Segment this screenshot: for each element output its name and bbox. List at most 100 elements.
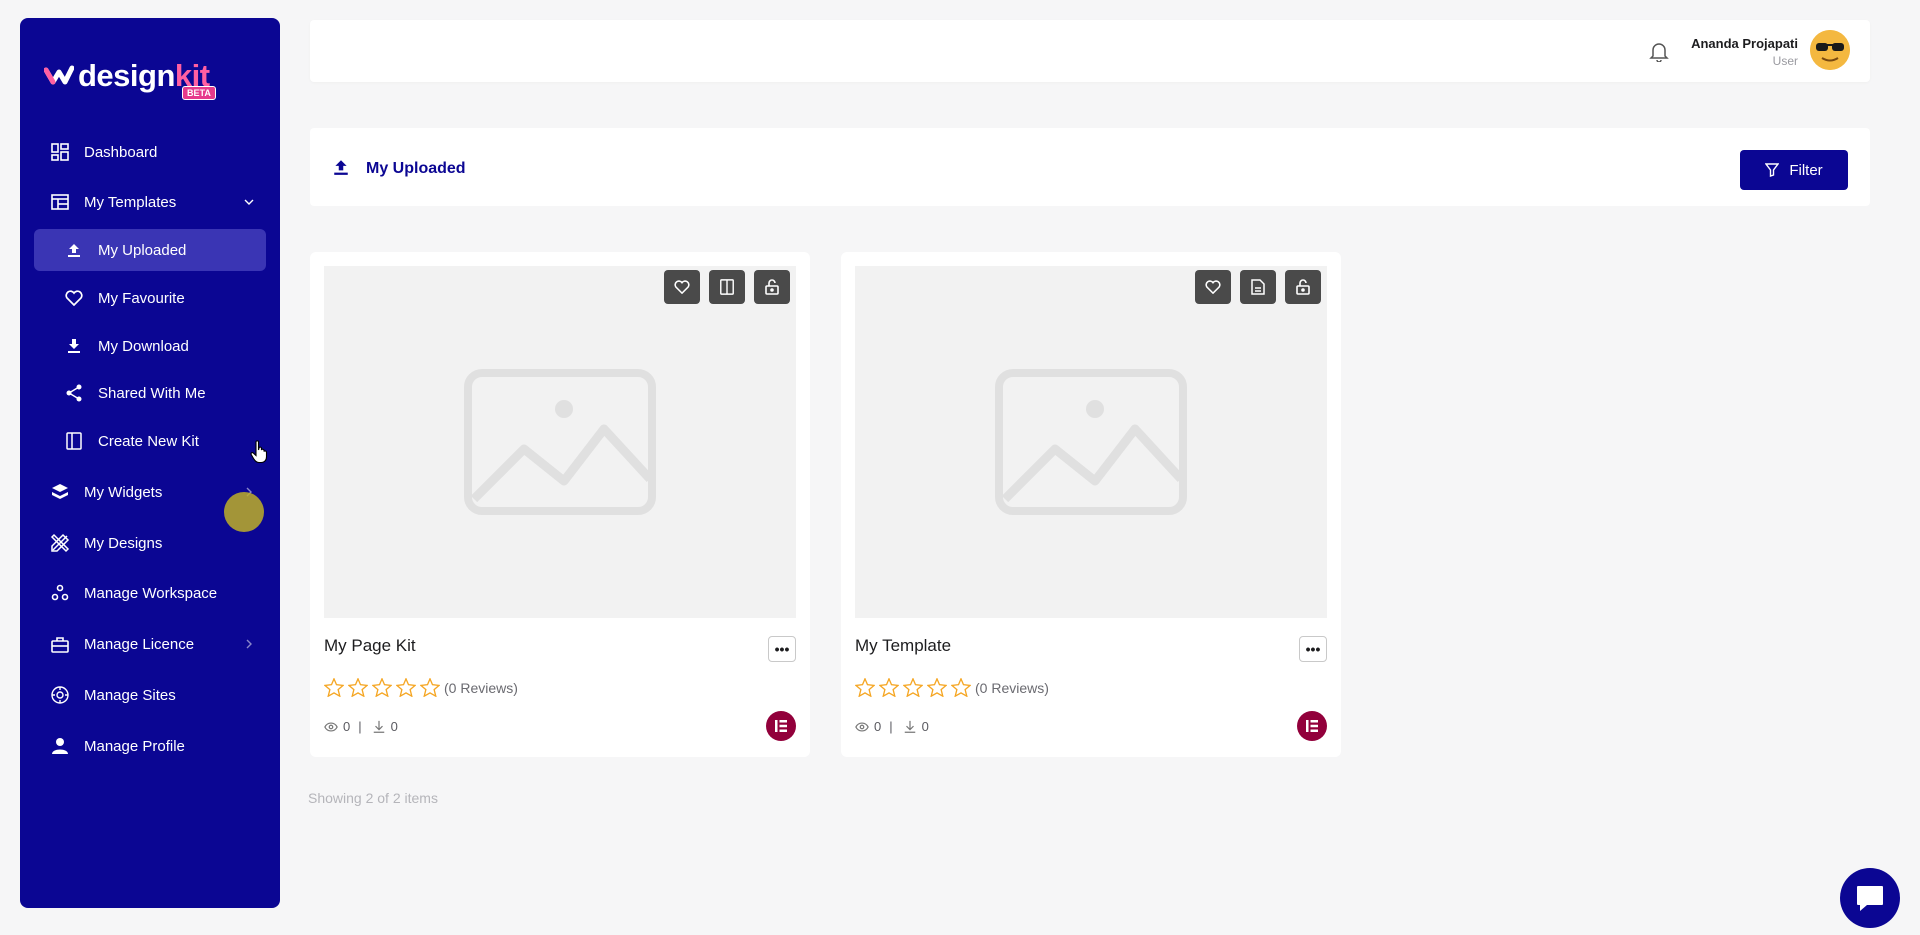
- file-icon: [1251, 279, 1265, 295]
- download-count: 0: [390, 719, 398, 734]
- user-icon: [50, 736, 70, 756]
- share-icon: [64, 383, 84, 403]
- section-bar: My Uploaded Filter: [310, 128, 1870, 206]
- template-card[interactable]: My Page Kit ••• (0 Reviews) 0 | 0: [310, 252, 810, 757]
- sidebar-item-label: Dashboard: [84, 143, 158, 161]
- lock-button[interactable]: [1285, 270, 1321, 304]
- cursor-highlight: [224, 492, 264, 532]
- pencil-ruler-icon: [50, 533, 70, 553]
- heart-icon: [674, 280, 690, 294]
- rating: (0 Reviews): [324, 678, 518, 697]
- sidebar-item-label: My Designs: [84, 534, 163, 552]
- page-title: My Uploaded: [366, 160, 466, 177]
- lock-open-icon: [765, 279, 779, 295]
- star-icon: [348, 678, 368, 697]
- card-actions: [664, 270, 790, 304]
- card-actions: [1195, 270, 1321, 304]
- download-icon: [372, 720, 386, 734]
- sidebar-item-my-designs[interactable]: My Designs: [34, 522, 266, 564]
- favourite-button[interactable]: [1195, 270, 1231, 304]
- star-icon: [951, 678, 971, 697]
- logo-mark-icon: [43, 64, 75, 88]
- sidebar-item-create-new-kit[interactable]: Create New Kit: [34, 420, 266, 462]
- star-icon: [855, 678, 875, 697]
- review-count: (0 Reviews): [975, 679, 1049, 696]
- star-icon: [372, 678, 392, 697]
- stats-separator: |: [358, 719, 362, 734]
- filter-label: Filter: [1789, 161, 1823, 179]
- pagination-summary: Showing 2 of 2 items: [308, 790, 438, 806]
- image-placeholder-icon: [995, 369, 1187, 515]
- bell-icon[interactable]: [1648, 40, 1670, 63]
- sidebar-item-label: My Widgets: [84, 483, 163, 501]
- star-icon: [324, 678, 344, 697]
- sidebar: designkit BETA Dashboard My Templates My…: [20, 18, 280, 908]
- download-icon: [64, 336, 84, 356]
- user-name[interactable]: Ananda Projapati: [1691, 36, 1798, 51]
- grid-icon: [50, 142, 70, 162]
- sidebar-item-manage-workspace[interactable]: Manage Workspace: [34, 572, 266, 614]
- book-icon: [64, 431, 84, 451]
- sidebar-item-shared-with-me[interactable]: Shared With Me: [34, 372, 266, 414]
- sidebar-item-label: My Favourite: [98, 289, 185, 307]
- star-icon: [903, 678, 923, 697]
- star-icon: [927, 678, 947, 697]
- card-title[interactable]: My Page Kit: [324, 636, 416, 656]
- sidebar-item-my-uploaded[interactable]: My Uploaded: [34, 229, 266, 271]
- template-card[interactable]: My Template ••• (0 Reviews) 0 | 0: [841, 252, 1341, 757]
- sidebar-item-manage-profile[interactable]: Manage Profile: [34, 725, 266, 767]
- template-icon: [50, 192, 70, 212]
- more-options-button[interactable]: •••: [768, 636, 796, 662]
- download-count: 0: [921, 719, 929, 734]
- beta-badge: BETA: [182, 86, 216, 100]
- star-icon: [879, 678, 899, 697]
- eye-icon: [324, 721, 338, 733]
- sidebar-item-manage-sites[interactable]: Manage Sites: [34, 674, 266, 716]
- book-icon: [720, 279, 734, 295]
- sidebar-item-label: Shared With Me: [98, 384, 206, 402]
- card-thumbnail[interactable]: [855, 266, 1327, 618]
- licence-icon: [50, 634, 70, 654]
- sidebar-item-label: Manage Licence: [84, 635, 195, 653]
- sidebar-item-manage-licence[interactable]: Manage Licence: [34, 623, 266, 665]
- heart-icon: [64, 288, 84, 308]
- lock-open-icon: [1296, 279, 1310, 295]
- heart-icon: [1205, 280, 1221, 294]
- chat-button[interactable]: [1840, 868, 1900, 928]
- template-type-button[interactable]: [1240, 270, 1276, 304]
- elementor-icon: [1297, 711, 1327, 741]
- image-placeholder-icon: [464, 369, 656, 515]
- upload-icon: [332, 158, 350, 176]
- avatar[interactable]: [1810, 30, 1850, 70]
- more-options-button[interactable]: •••: [1299, 636, 1327, 662]
- chevron-down-icon: [242, 195, 256, 209]
- sidebar-item-label: Manage Profile: [84, 737, 185, 755]
- sidebar-item-dashboard[interactable]: Dashboard: [34, 131, 266, 173]
- sidebar-item-my-favourite[interactable]: My Favourite: [34, 277, 266, 319]
- filter-button[interactable]: Filter: [1740, 150, 1848, 190]
- kit-type-button[interactable]: [709, 270, 745, 304]
- upload-icon: [64, 240, 84, 260]
- card-thumbnail[interactable]: [324, 266, 796, 618]
- sidebar-item-label: Manage Workspace: [84, 584, 218, 602]
- sidebar-item-label: My Download: [98, 337, 189, 355]
- filter-icon: [1765, 163, 1780, 177]
- stats-separator: |: [889, 719, 893, 734]
- card-title[interactable]: My Template: [855, 636, 951, 656]
- elementor-icon: [766, 711, 796, 741]
- favourite-button[interactable]: [664, 270, 700, 304]
- lock-button[interactable]: [754, 270, 790, 304]
- sidebar-item-my-download[interactable]: My Download: [34, 325, 266, 367]
- sidebar-item-label: Create New Kit: [98, 432, 199, 450]
- rating: (0 Reviews): [855, 678, 1049, 697]
- sidebar-item-my-templates[interactable]: My Templates: [34, 181, 266, 223]
- sidebar-item-label: Manage Sites: [84, 686, 176, 704]
- top-header: Ananda Projapati User: [310, 20, 1870, 82]
- sidebar-item-label: My Uploaded: [98, 241, 187, 259]
- user-role: User: [1772, 54, 1798, 68]
- star-icon: [420, 678, 440, 697]
- workspace-icon: [50, 583, 70, 603]
- card-stats: 0 | 0: [324, 719, 398, 734]
- card-stats: 0 | 0: [855, 719, 929, 734]
- view-count: 0: [343, 719, 351, 734]
